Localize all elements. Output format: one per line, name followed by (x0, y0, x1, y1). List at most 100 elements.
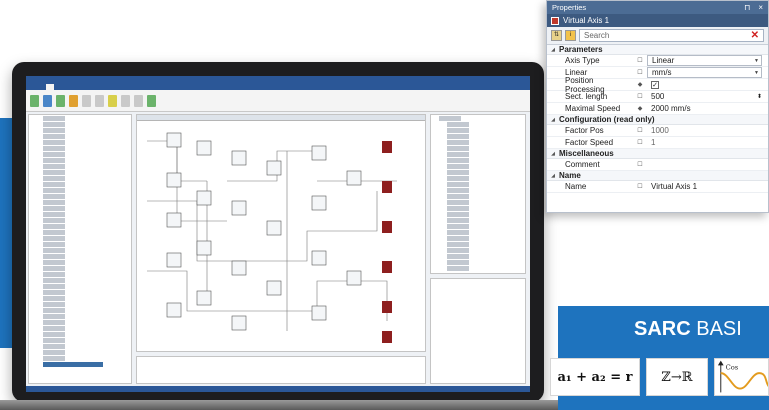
app-properties-pane[interactable] (430, 278, 526, 384)
tree-item[interactable] (43, 332, 65, 337)
tree-item[interactable] (43, 194, 65, 199)
close-icon[interactable]: ✕ (751, 30, 759, 41)
tree-item[interactable] (43, 350, 65, 355)
pin-icon[interactable]: ⊓ (744, 3, 750, 12)
category-name[interactable]: ◢ Name (547, 171, 768, 181)
ribbon-button[interactable] (134, 94, 143, 107)
tree-item[interactable] (43, 140, 65, 145)
library-item[interactable] (447, 194, 469, 199)
library-item[interactable] (447, 164, 469, 169)
tree-item[interactable] (43, 278, 65, 283)
category-configuration[interactable]: ◢ Configuration (read only) (547, 115, 768, 125)
tree-item[interactable] (43, 248, 65, 253)
sort-icon[interactable]: ⇅ (551, 30, 562, 41)
library-item[interactable] (447, 170, 469, 175)
library-item[interactable] (447, 134, 469, 139)
position-processing-checkbox[interactable]: ✓ (651, 80, 659, 89)
ribbon-button[interactable] (56, 94, 65, 107)
ribbon-button[interactable] (43, 94, 52, 107)
collapse-triangle-icon[interactable]: ◢ (547, 117, 559, 123)
collapse-triangle-icon[interactable]: ◢ (547, 151, 559, 157)
library-item[interactable] (439, 116, 461, 121)
property-row-position-processing[interactable]: Position Processing ◆ ✓ (547, 76, 768, 94)
tree-item[interactable] (43, 218, 65, 223)
tree-item[interactable] (43, 320, 65, 325)
tree-item[interactable] (43, 224, 65, 229)
tree-item[interactable] (43, 260, 65, 265)
category-parameters[interactable]: ◢ Parameters (547, 45, 768, 55)
linear-unit-dropdown[interactable]: mm/s ▼ (647, 67, 762, 78)
library-item[interactable] (447, 266, 469, 271)
library-item[interactable] (447, 230, 469, 235)
tree-item[interactable] (43, 164, 65, 169)
ribbon-button[interactable] (95, 94, 104, 107)
tree-item[interactable] (43, 134, 65, 139)
ribbon-button[interactable] (69, 94, 78, 107)
library-item[interactable] (447, 176, 469, 181)
tree-item[interactable] (43, 314, 65, 319)
collapse-triangle-icon[interactable]: ◢ (547, 173, 559, 179)
tree-item[interactable] (43, 200, 65, 205)
ribbon-button[interactable] (147, 94, 156, 107)
axis-type-dropdown[interactable]: Linear ▼ (647, 55, 762, 66)
library-item[interactable] (447, 158, 469, 163)
tree-item[interactable] (43, 122, 65, 127)
property-row-maximal-speed[interactable]: Maximal Speed ◆ 2000 mm/s (547, 103, 768, 115)
close-panel-icon[interactable]: × (758, 3, 763, 12)
ribbon-tab[interactable] (60, 84, 68, 90)
library-item[interactable] (447, 188, 469, 193)
tree-item[interactable] (43, 146, 65, 151)
tree-item[interactable] (43, 302, 65, 307)
library-item[interactable] (447, 236, 469, 241)
info-icon[interactable]: i (565, 30, 576, 41)
tree-item[interactable] (43, 128, 65, 133)
library-item[interactable] (447, 260, 469, 265)
tree-item[interactable] (43, 158, 65, 163)
tree-item[interactable] (43, 344, 65, 349)
ribbon-tab[interactable] (32, 84, 40, 90)
tree-item[interactable] (43, 290, 65, 295)
collapse-triangle-icon[interactable]: ◢ (547, 47, 559, 53)
library-item[interactable] (447, 248, 469, 253)
ribbon-button[interactable] (82, 94, 91, 107)
tree-item[interactable] (43, 152, 65, 157)
tree-item[interactable] (43, 296, 65, 301)
property-row-axis-type[interactable]: Axis Type ☐ Linear ▼ (547, 55, 768, 67)
library-pane[interactable] (430, 114, 526, 274)
library-item[interactable] (447, 128, 469, 133)
library-item[interactable] (447, 212, 469, 217)
name-input[interactable]: Virtual Axis 1 (647, 181, 768, 192)
tree-item[interactable] (43, 266, 65, 271)
library-item[interactable] (447, 182, 469, 187)
tree-item[interactable] (43, 236, 65, 241)
property-row-sect-length[interactable]: Sect. length ☐ 500 ⬍ (547, 91, 768, 103)
maximal-speed-input[interactable]: 2000 mm/s (647, 103, 768, 114)
library-item[interactable] (447, 122, 469, 127)
library-item[interactable] (447, 242, 469, 247)
tree-item[interactable] (43, 230, 65, 235)
library-item[interactable] (447, 218, 469, 223)
category-miscellaneous[interactable]: ◢ Miscellaneous (547, 149, 768, 159)
tree-item[interactable] (43, 308, 65, 313)
tree-item[interactable] (43, 242, 65, 247)
ribbon-tab[interactable] (74, 84, 82, 90)
tree-item[interactable] (43, 170, 65, 175)
tree-item[interactable] (43, 284, 65, 289)
library-item[interactable] (447, 200, 469, 205)
diagram-pane[interactable] (136, 114, 426, 352)
comment-input[interactable] (647, 159, 768, 170)
property-row-comment[interactable]: Comment ☐ (547, 159, 768, 171)
ribbon-tab-active[interactable] (46, 84, 54, 90)
tree-item[interactable] (43, 206, 65, 211)
tree-item[interactable] (43, 176, 65, 181)
tree-item[interactable] (43, 272, 65, 277)
properties-search-input[interactable]: Search ✕ (579, 29, 764, 42)
tree-item[interactable] (43, 116, 65, 121)
library-item[interactable] (447, 206, 469, 211)
sect-length-input[interactable]: 500 ⬍ (647, 91, 768, 102)
ribbon-button[interactable] (108, 94, 117, 107)
library-item[interactable] (447, 140, 469, 145)
tree-item[interactable] (43, 338, 65, 343)
tree-item[interactable] (43, 326, 65, 331)
tree-item[interactable] (43, 362, 103, 367)
